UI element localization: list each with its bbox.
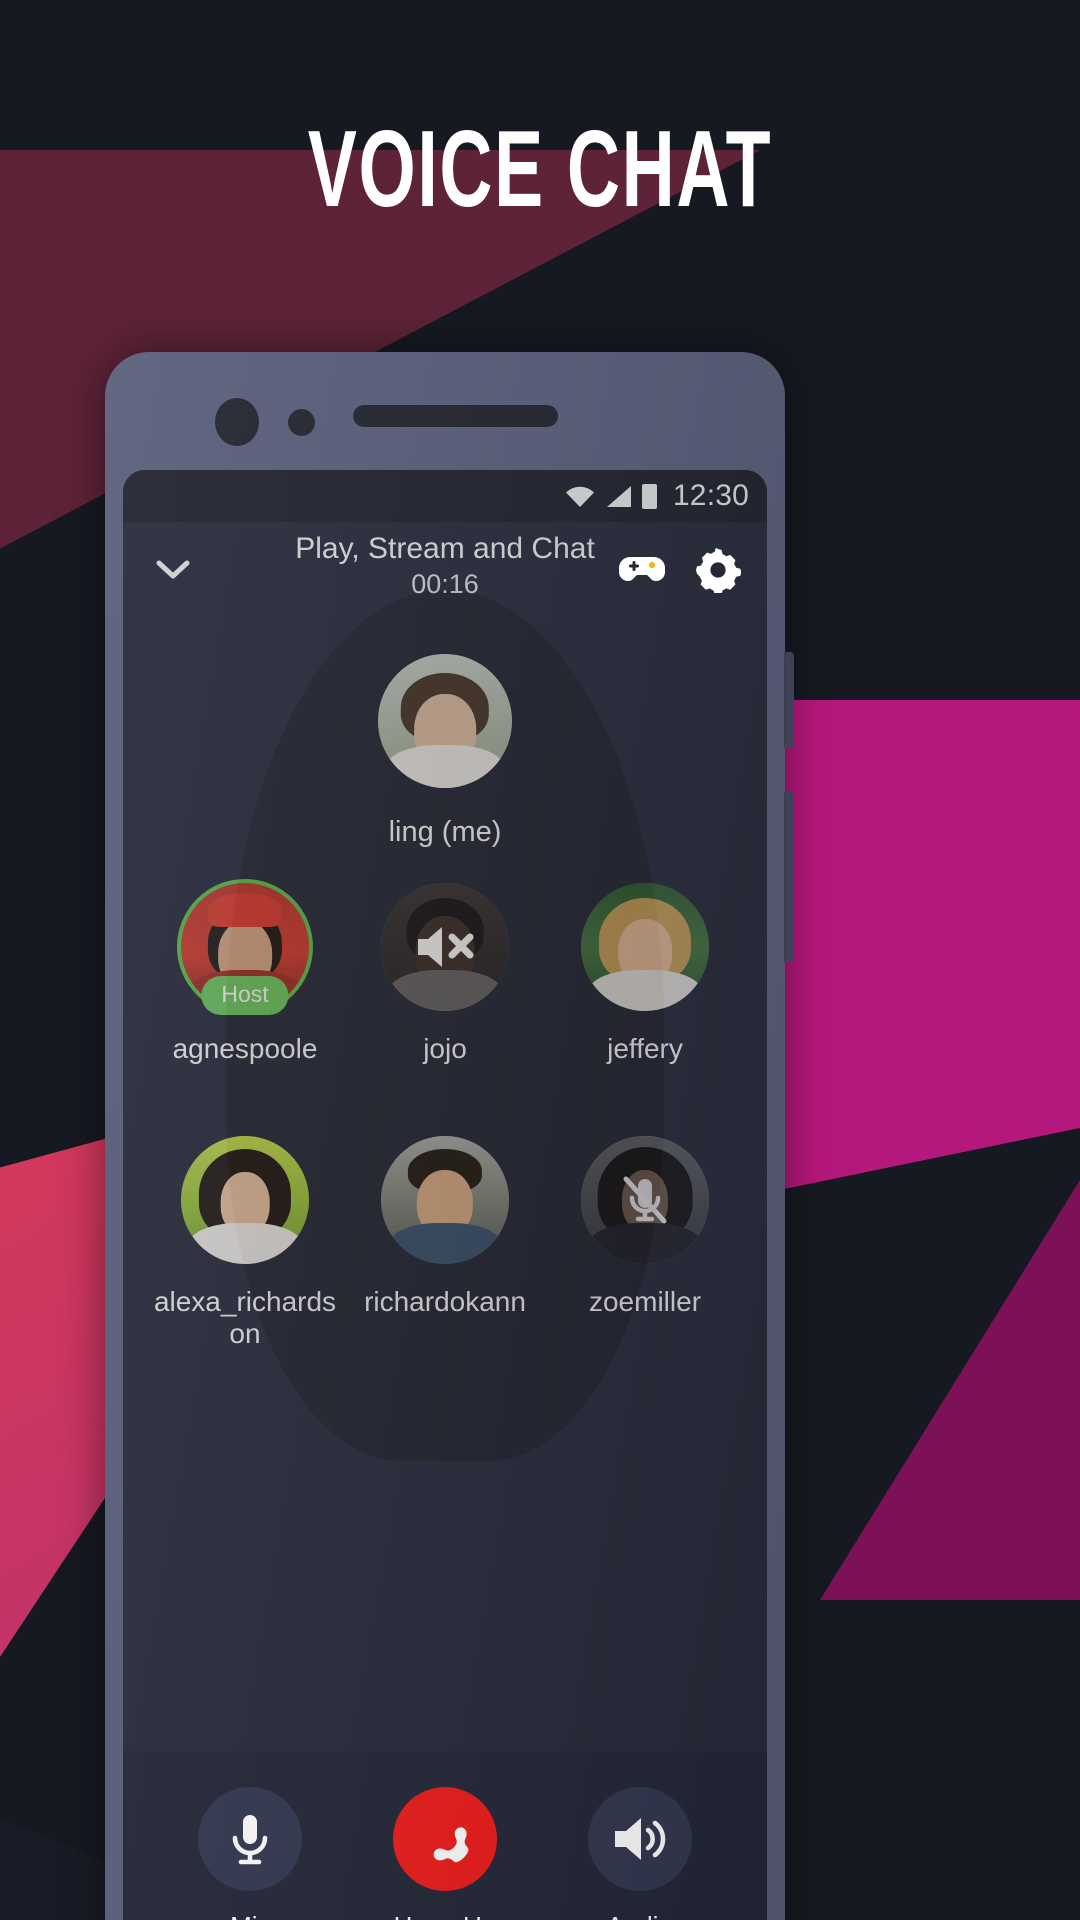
hangup-control-label: Hang Up: [370, 1911, 520, 1920]
phone-power-button: [784, 652, 794, 748]
hangup-control[interactable]: Hang Up: [370, 1787, 520, 1920]
header-actions: [617, 545, 743, 595]
phone-mockup: 12:30 Play, Stream and Chat 00:16: [105, 352, 794, 1920]
phone-top-bezel: [105, 352, 785, 478]
front-camera-icon: [215, 398, 259, 446]
participant-grid-row-3-partial: [123, 470, 767, 1920]
avatar: [123, 470, 767, 1920]
mic-control-label: Mic: [175, 1911, 325, 1920]
phone-volume-button: [784, 792, 794, 962]
gamepad-icon[interactable]: [617, 545, 667, 595]
background-shape-sliver: [820, 1180, 1080, 1600]
call-controls: Mic Hang Up: [123, 1751, 767, 1920]
hero-title: VOICE CHAT: [307, 109, 773, 230]
audio-control-label: Audio: [565, 1911, 715, 1920]
hangup-phone-icon[interactable]: [392, 1787, 497, 1891]
gear-icon[interactable]: [693, 545, 743, 595]
speaker-icon[interactable]: [587, 1787, 692, 1891]
audio-control[interactable]: Audio: [565, 1787, 715, 1920]
proximity-sensor-icon: [288, 409, 315, 436]
phone-screen: 12:30 Play, Stream and Chat 00:16: [123, 470, 767, 1920]
mic-control[interactable]: Mic: [175, 1787, 325, 1920]
earpiece-speaker: [353, 405, 558, 427]
microphone-icon[interactable]: [198, 1787, 303, 1891]
